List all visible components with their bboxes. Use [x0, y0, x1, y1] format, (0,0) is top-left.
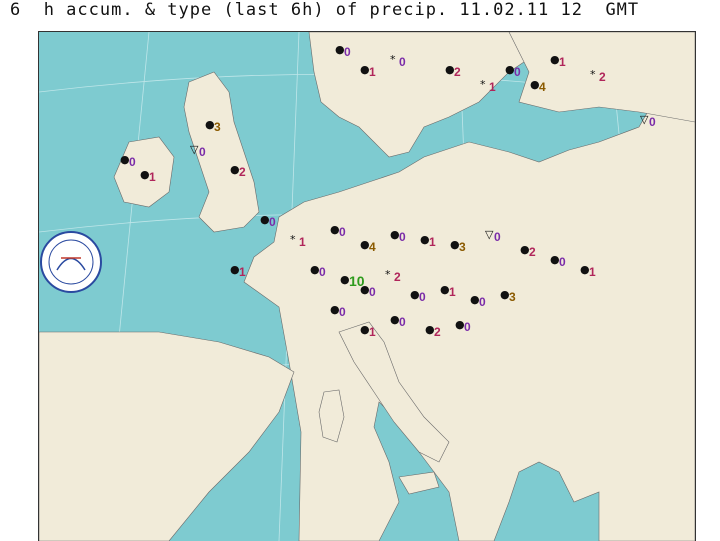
station-value: 3 — [509, 290, 516, 304]
station-symbol-snow: * — [385, 268, 391, 281]
station-value: 1 — [299, 235, 306, 249]
station-value: 0 — [369, 285, 376, 299]
station-value: 1 — [449, 285, 456, 299]
station-value: 0 — [399, 230, 406, 244]
station-value: 4 — [369, 240, 376, 254]
station-value: 0 — [129, 155, 136, 169]
station-symbol-shower: ▽ — [485, 228, 494, 241]
station-value: 0 — [344, 45, 351, 59]
station-value: 1 — [239, 265, 246, 279]
station-value: 0 — [464, 320, 471, 334]
station-symbol-shower: ▽ — [190, 143, 199, 156]
station-value: 3 — [214, 120, 221, 134]
station-value: 0 — [399, 55, 406, 69]
station-symbol-snow: * — [290, 233, 296, 246]
precipitation-map: ● 0 ● 1 * 0 ● 2 * 1 ● 0 ● 4 ● 1 * 2 ▽ 0 ● 3 ● 0 ● 1 ▽ 0 ● 2 ● 0 * 1 ● 0 ● 4 ● 0… — [38, 31, 696, 541]
station-value: 4 — [539, 80, 546, 94]
agency-logo — [40, 231, 102, 293]
station-value: 1 — [149, 170, 156, 184]
station-value: 0 — [339, 225, 346, 239]
station-value: 1 — [589, 265, 596, 279]
station-value: 1 — [369, 325, 376, 339]
station-value: 2 — [529, 245, 536, 259]
station-value: 3 — [459, 240, 466, 254]
station-value: 2 — [599, 70, 606, 84]
station-value: 0 — [339, 305, 346, 319]
station-value: 0 — [494, 230, 501, 244]
station-value: 0 — [419, 290, 426, 304]
station-symbol-shower: ▽ — [640, 113, 649, 126]
station-value: 1 — [559, 55, 566, 69]
station-value: 0 — [559, 255, 566, 269]
station-symbol-snow: * — [390, 53, 396, 66]
station-value: 0 — [319, 265, 326, 279]
station-value: 2 — [394, 270, 401, 284]
station-value: 1 — [429, 235, 436, 249]
station-value: 0 — [514, 65, 521, 79]
station-value: 0 — [649, 115, 656, 129]
station-value: 0 — [479, 295, 486, 309]
station-value: 2 — [434, 325, 441, 339]
map-title: 6 h accum. & type (last 6h) of precip. 1… — [10, 0, 640, 20]
station-value: 1 — [369, 65, 376, 79]
station-value: 2 — [454, 65, 461, 79]
station-value: 1 — [489, 80, 496, 94]
station-symbol-snow: * — [590, 68, 596, 81]
station-symbol-snow: * — [480, 78, 486, 91]
station-value: 0 — [199, 145, 206, 159]
station-value: 0 — [399, 315, 406, 329]
map-canvas: ● 0● 1* 0● 2* 1● 0● 4● 1* 2▽ 0● 3● 0● 1▽ 0● 2● 0* 1● 0● 4● 0… — [39, 32, 695, 541]
station-value: 2 — [239, 165, 246, 179]
station-value: 0 — [269, 215, 276, 229]
